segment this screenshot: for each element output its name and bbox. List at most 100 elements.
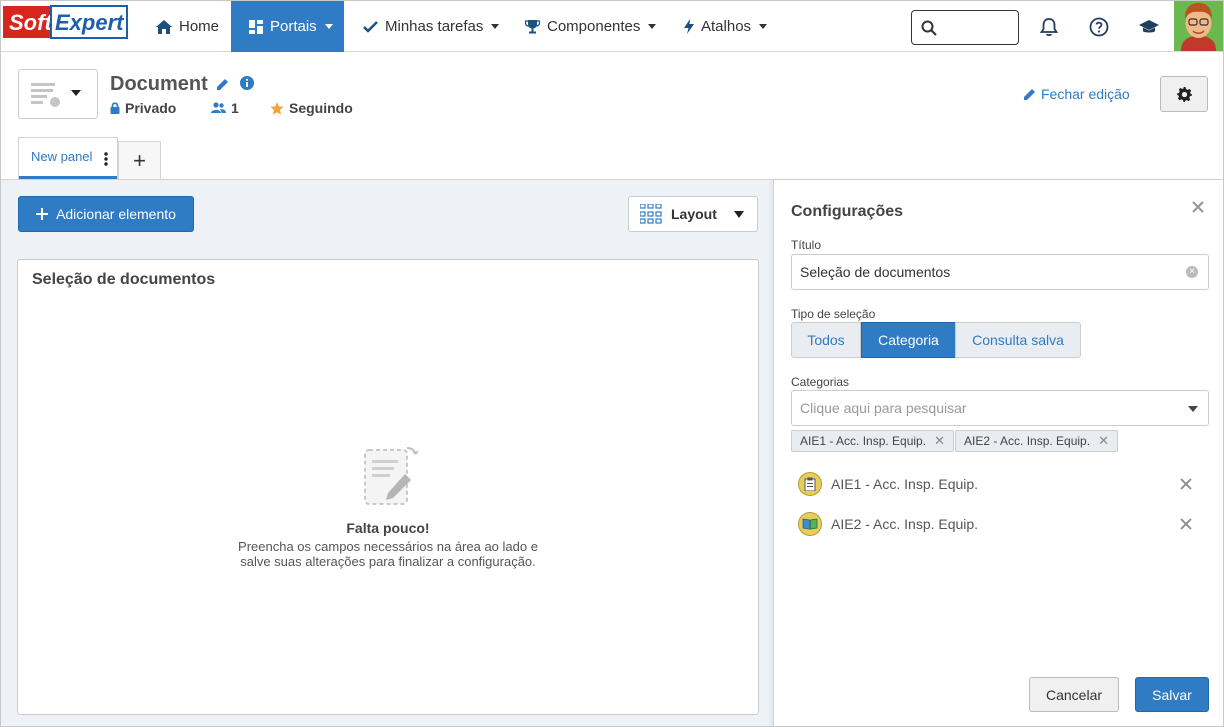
portal-icon-selector[interactable] <box>18 69 98 119</box>
caret-down-icon <box>733 210 744 218</box>
nav-shortcuts[interactable]: Atalhos <box>684 1 768 52</box>
user-avatar[interactable] <box>1174 1 1223 51</box>
chevron-down-icon <box>491 24 500 29</box>
softexpert-logo[interactable]: Soft Expert <box>3 4 131 40</box>
portal-title: Document <box>110 73 208 95</box>
top-navbar: Soft Expert Home Portais Minhas tarefas … <box>1 1 1223 52</box>
save-button-label: Salvar <box>1152 686 1192 703</box>
nav-home-label: Home <box>179 18 220 35</box>
members-count-label: 1 <box>231 100 239 116</box>
chevron-down-icon <box>759 24 768 29</box>
cancel-button[interactable]: Cancelar <box>1029 677 1119 712</box>
app-window: Soft Expert Home Portais Minhas tarefas … <box>0 0 1224 727</box>
info-icon[interactable] <box>239 76 254 90</box>
training-button[interactable] <box>1137 15 1161 39</box>
selection-type-label: Tipo de seleção <box>791 307 876 321</box>
empty-state-line-1: Preencha os campos necessários na área a… <box>238 539 538 554</box>
nav-my-tasks[interactable]: Minhas tarefas <box>363 1 500 52</box>
nav-home[interactable]: Home <box>156 1 219 52</box>
document-selection-widget: Seleção de documentos Falta pouco! Preen… <box>17 259 759 715</box>
categories-label: Categorias <box>791 375 850 389</box>
graduation-cap-icon <box>1139 20 1159 33</box>
settings-button[interactable] <box>1160 76 1208 112</box>
title-field[interactable]: Seleção de documentos × <box>791 254 1209 290</box>
tab-options-icon[interactable] <box>104 152 108 166</box>
lock-icon <box>110 102 120 114</box>
star-icon <box>270 101 284 115</box>
selection-option-label: Categoria <box>878 332 939 348</box>
category-item-label: AIE2 - Acc. Insp. Equip. <box>831 516 979 532</box>
add-tab-button[interactable]: + <box>118 141 161 179</box>
selection-option-label: Todos <box>807 332 845 348</box>
nav-portals[interactable]: Portais <box>231 1 344 52</box>
empty-state-title: Falta pouco! <box>346 520 430 536</box>
question-icon <box>1089 17 1109 37</box>
caret-down-icon <box>71 90 81 96</box>
widget-title: Seleção de documentos <box>32 271 216 288</box>
cancel-button-label: Cancelar <box>1045 686 1103 703</box>
selection-option-saved-query[interactable]: Consulta salva <box>955 322 1081 358</box>
category-list-item: AIE2 - Acc. Insp. Equip. <box>798 511 978 537</box>
global-search-input[interactable] <box>911 10 1019 45</box>
clear-input-icon[interactable]: × <box>1186 266 1198 278</box>
close-edit-link[interactable]: Fechar edição <box>1023 86 1130 102</box>
pencil-icon[interactable] <box>216 78 229 91</box>
portal-title-group: Document <box>110 73 254 96</box>
layout-dropdown[interactable]: Layout <box>628 196 758 232</box>
remove-item-icon[interactable] <box>1180 514 1192 535</box>
dashboard-icon <box>249 19 263 34</box>
empty-state-line-2: salve suas alterações para finalizar a c… <box>240 554 536 569</box>
nav-components-label: Componentes <box>547 18 641 35</box>
add-element-button[interactable]: Adicionar elemento <box>18 196 194 232</box>
settings-panel-title: Configurações <box>791 203 904 220</box>
members-count[interactable]: 1 <box>211 100 239 116</box>
selection-option-all[interactable]: Todos <box>791 322 861 358</box>
caret-down-icon <box>1188 406 1198 412</box>
close-edit-label: Fechar edição <box>1041 86 1130 102</box>
logo-soft-text: Soft <box>9 10 53 35</box>
book-icon <box>798 512 822 536</box>
remove-item-icon[interactable] <box>1180 474 1192 495</box>
category-chip: AIE2 - Acc. Insp. Equip. ✕ <box>955 430 1118 452</box>
follow-status[interactable]: Seguindo <box>270 100 353 116</box>
notifications-button[interactable] <box>1037 15 1061 39</box>
follow-label: Seguindo <box>289 100 353 116</box>
privacy-status: Privado <box>110 100 176 116</box>
chevron-down-icon <box>648 24 657 29</box>
grid-icon <box>640 204 662 224</box>
nav-shortcuts-label: Atalhos <box>701 18 752 35</box>
category-item-label: AIE1 - Acc. Insp. Equip. <box>831 476 979 492</box>
remove-chip-icon[interactable]: ✕ <box>1098 433 1109 449</box>
categories-placeholder: Clique aqui para pesquisar <box>800 400 967 416</box>
empty-state-text: Preencha os campos necessários na área a… <box>18 539 758 569</box>
category-chip: AIE1 - Acc. Insp. Equip. ✕ <box>791 430 954 452</box>
selection-option-category[interactable]: Categoria <box>861 322 956 358</box>
layout-label: Layout <box>671 206 717 222</box>
save-button[interactable]: Salvar <box>1135 677 1209 712</box>
privacy-label: Privado <box>125 100 177 116</box>
bolt-icon <box>684 19 694 34</box>
nav-components[interactable]: Componentes <box>525 1 657 52</box>
selection-option-label: Consulta salva <box>972 332 1064 348</box>
nav-portals-label: Portais <box>270 18 317 35</box>
close-icon[interactable] <box>1192 196 1204 219</box>
document-card-icon <box>31 83 60 107</box>
home-icon <box>156 19 172 34</box>
tab-new-panel[interactable]: New panel <box>18 137 118 179</box>
bell-icon <box>1040 18 1058 37</box>
plus-icon <box>36 208 49 220</box>
check-icon <box>363 20 378 33</box>
plus-icon: + <box>133 147 146 173</box>
users-icon <box>211 102 226 113</box>
categories-search-select[interactable]: Clique aqui para pesquisar <box>791 390 1209 426</box>
pencil-icon <box>1024 88 1035 100</box>
nav-my-tasks-label: Minhas tarefas <box>385 18 484 35</box>
help-button[interactable] <box>1087 15 1111 39</box>
remove-chip-icon[interactable]: ✕ <box>934 433 945 449</box>
title-field-value: Seleção de documentos <box>800 264 951 280</box>
gear-icon <box>1176 86 1192 102</box>
search-icon <box>921 20 937 36</box>
chevron-down-icon <box>324 24 333 29</box>
clipboard-icon <box>798 472 822 496</box>
tab-label: New panel <box>31 149 93 164</box>
